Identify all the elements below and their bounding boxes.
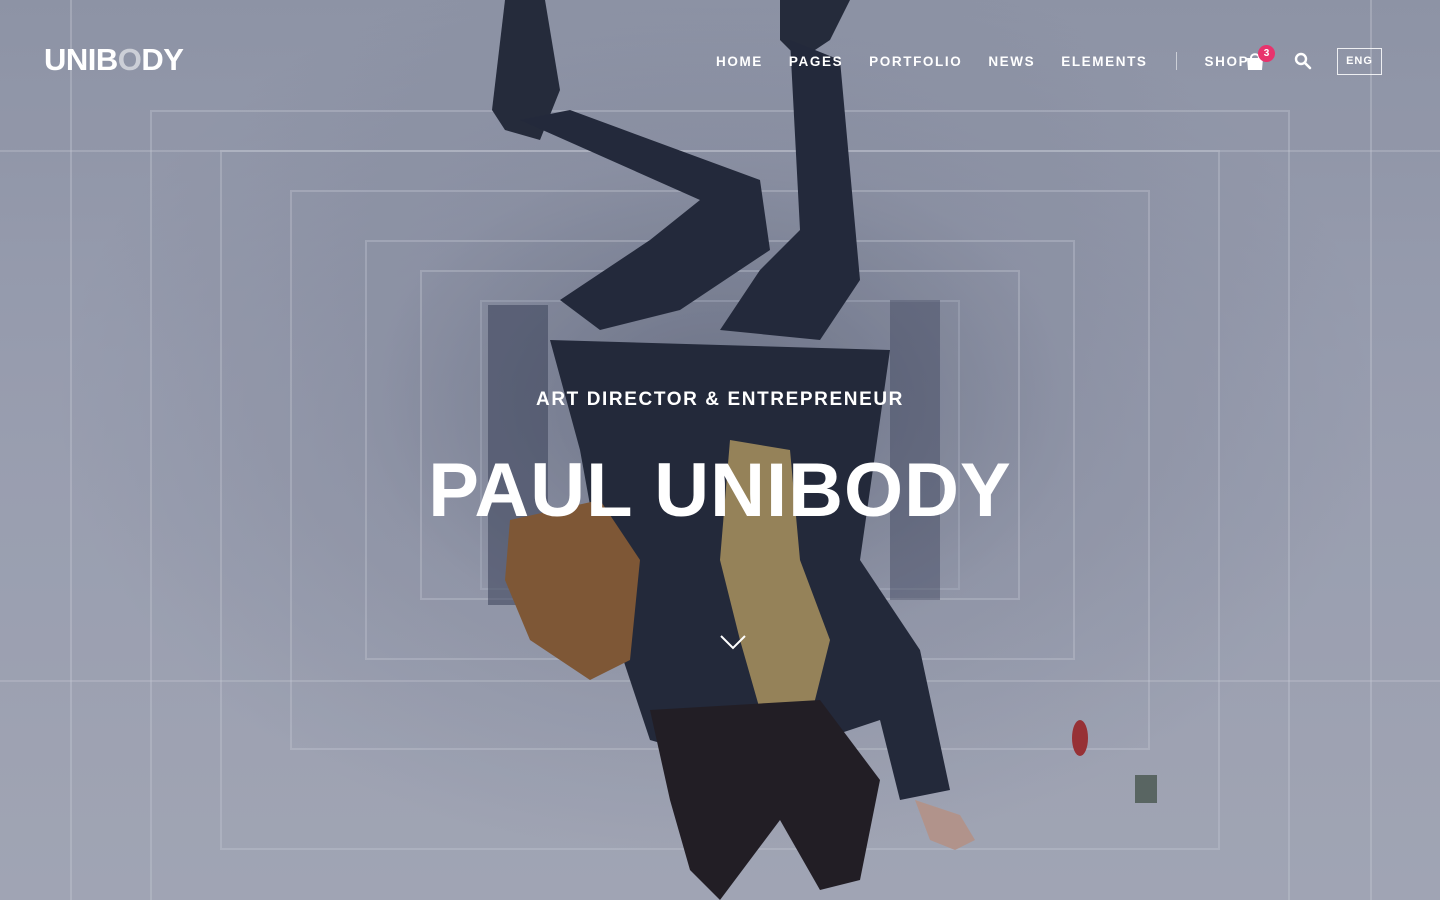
search-icon — [1294, 52, 1312, 70]
scroll-down-button[interactable] — [719, 632, 747, 652]
site-header: UNIBODY HOME PAGES PORTFOLIO NEWS ELEMEN… — [0, 0, 1440, 124]
nav-item-pages[interactable]: PAGES — [789, 54, 843, 69]
nav-item-portfolio[interactable]: PORTFOLIO — [869, 54, 962, 69]
nav-item-elements[interactable]: ELEMENTS — [1061, 54, 1147, 69]
hero-section: UNIBODY HOME PAGES PORTFOLIO NEWS ELEMEN… — [0, 0, 1440, 900]
nav-item-home[interactable]: HOME — [716, 54, 763, 69]
chevron-down-icon — [720, 635, 746, 650]
site-logo[interactable]: UNIBODY — [44, 42, 184, 78]
logo-text-prefix: UNIB — [44, 42, 118, 77]
hero-title: PAUL UNIBODY — [428, 448, 1012, 533]
logo-text-suffix: DY — [141, 42, 184, 77]
cart-count-badge: 3 — [1258, 45, 1275, 62]
nav-divider — [1175, 52, 1177, 70]
nav-item-news[interactable]: NEWS — [988, 54, 1035, 69]
hero-subtitle: ART DIRECTOR & ENTREPRENEUR — [536, 389, 904, 410]
main-navigation: HOME PAGES PORTFOLIO NEWS ELEMENTS SHOP — [716, 52, 1275, 70]
search-button[interactable] — [1294, 52, 1312, 70]
nav-item-shop[interactable]: SHOP — [1205, 54, 1250, 69]
logo-text-o: O — [117, 42, 142, 77]
language-selector[interactable]: ENG — [1337, 48, 1382, 75]
